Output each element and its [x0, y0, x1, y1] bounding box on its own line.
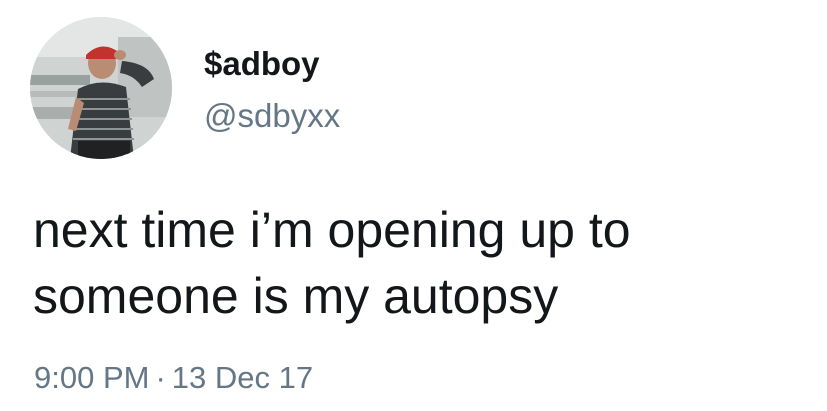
user-handle[interactable]: @sdbyxx [204, 96, 340, 136]
tweet-text-line-2: someone is my autopsy [33, 268, 559, 324]
timestamp-separator: · [155, 360, 166, 395]
avatar[interactable] [30, 17, 172, 159]
tweet-text: next time i’m opening up to someone is m… [33, 197, 813, 329]
tweet-time: 9:00 PM [34, 360, 150, 395]
tweet-date: 13 Dec 17 [171, 360, 314, 395]
tweet-text-line-1: next time i’m opening up to [33, 202, 631, 258]
display-name[interactable]: $adboy [204, 44, 320, 84]
tweet-card: $adboy @sdbyxx next time i’m opening up … [0, 0, 827, 411]
profile-photo-image [30, 17, 172, 159]
tweet-timestamp[interactable]: 9:00 PM · 13 Dec 17 [34, 358, 313, 398]
